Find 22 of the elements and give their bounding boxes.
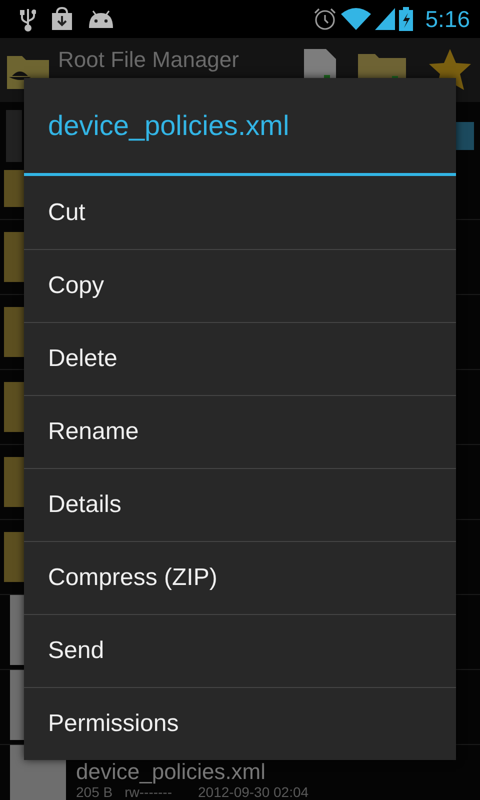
usb-icon bbox=[20, 6, 36, 32]
alarm-icon bbox=[313, 7, 338, 31]
menu-item[interactable]: Send bbox=[24, 614, 456, 687]
download-icon bbox=[50, 7, 74, 31]
file-name: device_policies.xml bbox=[76, 760, 267, 784]
android-icon bbox=[88, 9, 114, 29]
menu-item[interactable]: Delete bbox=[24, 322, 456, 395]
dialog-title: device_policies.xml bbox=[47, 108, 290, 143]
menu-item[interactable]: Permissions bbox=[24, 687, 456, 760]
file-size: 205 B bbox=[76, 784, 113, 800]
menu-item[interactable]: Compress (ZIP) bbox=[24, 541, 456, 614]
wifi-icon bbox=[341, 8, 372, 30]
clock-time: 5:16 bbox=[425, 6, 470, 32]
file-permissions: rw------- bbox=[124, 784, 172, 800]
menu-item[interactable]: Rename bbox=[24, 395, 456, 468]
app-title: Root File Manager bbox=[58, 47, 239, 73]
menu-item[interactable]: Copy bbox=[24, 249, 456, 322]
battery-icon bbox=[399, 7, 414, 31]
signal-icon bbox=[375, 8, 396, 30]
file-date: 2012-09-30 02:04 bbox=[198, 784, 309, 800]
menu-item[interactable]: Cut bbox=[24, 176, 456, 249]
menu-item[interactable]: Details bbox=[24, 468, 456, 541]
